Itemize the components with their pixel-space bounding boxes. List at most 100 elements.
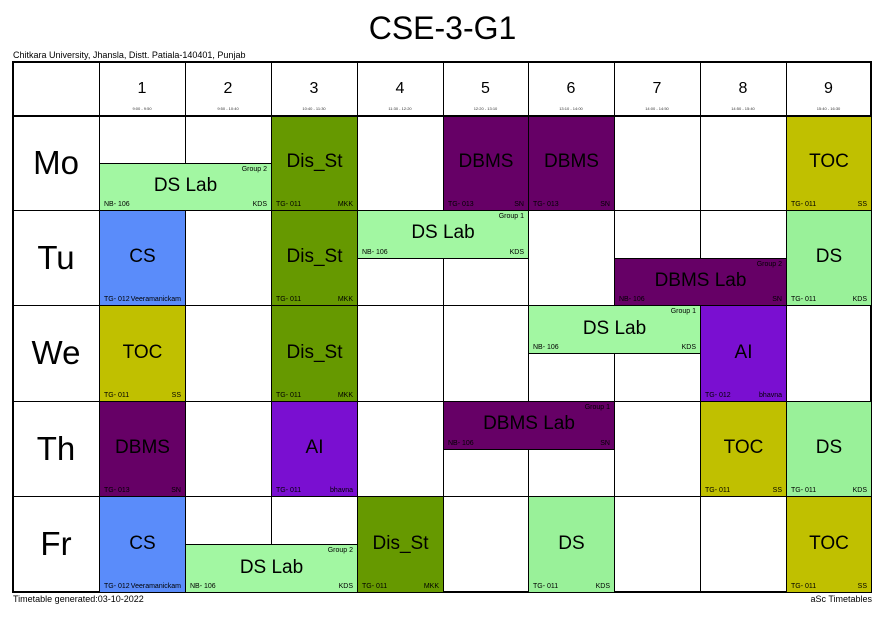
period-header-8: 8 14:50 - 15:40 [700, 62, 786, 115]
lesson-subject: Dis_St [286, 341, 343, 363]
lesson-room: TG- 011 [276, 392, 302, 399]
lesson-group: Group 2 [241, 165, 267, 173]
lesson-fr-ds[interactable]: DS TG- 011 KDS [528, 496, 615, 593]
lesson-fr-dis-st[interactable]: Dis_St TG- 011 MKK [357, 496, 444, 593]
lesson-th-toc[interactable]: TOC TG- 011 SS [700, 401, 787, 497]
lesson-subject: DS [815, 436, 843, 458]
lesson-group: Group 1 [498, 213, 524, 220]
lesson-mo-dbms-5[interactable]: DBMS TG- 013 SN [443, 115, 529, 211]
lesson-subject: Dis_St [372, 532, 429, 554]
lesson-room: NB- 106 [533, 344, 559, 351]
lesson-tu-dis-st[interactable]: Dis_St TG- 011 MKK [271, 210, 358, 306]
period-number: 5 [481, 80, 490, 97]
period-number: 4 [395, 80, 405, 97]
lesson-room: TG- 011 [104, 392, 130, 399]
day-label-tu: Tu [37, 238, 75, 276]
lesson-teacher: SN [171, 487, 181, 494]
grid-vline [271, 62, 272, 592]
period-header-6: 6 13:10 - 14:00 [528, 62, 614, 115]
lesson-mo-dbms-6[interactable]: DBMS TG- 013 SN [528, 115, 615, 211]
lesson-subject: DS Lab [153, 174, 218, 196]
lesson-subject: TOC [122, 341, 163, 363]
lesson-we-ds-lab[interactable]: DS Lab NB- 106 KDS Group 1 [528, 305, 701, 354]
lesson-room: TG- 013 [448, 201, 474, 208]
lesson-group: Group 1 [670, 308, 696, 315]
period-header-4: 4 11:30 - 12:20 [357, 62, 443, 115]
lesson-we-dis-st[interactable]: Dis_St TG- 011 MKK [271, 305, 358, 402]
lesson-th-ai[interactable]: AI TG- 011 bhavna [271, 401, 358, 497]
lesson-teacher: SN [600, 439, 610, 447]
period-number: 8 [738, 80, 748, 97]
lesson-subject: DBMS Lab [654, 269, 747, 291]
lesson-tu-cs[interactable]: CS TG- 012 Veeramanickam [99, 210, 186, 306]
lesson-tu-ds-lab[interactable]: DS Lab NB- 106 KDS Group 1 [357, 210, 529, 259]
period-number: 1 [137, 80, 147, 97]
lesson-teacher: KDS [252, 201, 267, 208]
lesson-subject: DBMS [115, 436, 170, 458]
lesson-teacher: MKK [337, 296, 353, 303]
lesson-mo-toc[interactable]: TOC TG- 011 SS [786, 115, 872, 211]
lesson-fr-ds-lab[interactable]: DS Lab NB- 106 KDS Group 2 [185, 544, 358, 593]
lesson-room: TG- 012 [104, 296, 130, 303]
lesson-subject: CS [129, 532, 156, 554]
lesson-group: Group 1 [584, 404, 610, 411]
day-label-mo: Mo [33, 143, 79, 181]
lesson-subject: DBMS [544, 150, 599, 172]
lesson-teacher: KDS [338, 583, 353, 590]
lesson-tu-dbms-lab[interactable]: DBMS Lab NB- 106 SN Group 2 [614, 257, 787, 306]
period-number: 3 [309, 80, 319, 97]
period-time: 12:20 - 13:10 [473, 106, 498, 111]
lesson-subject: AI [734, 341, 753, 363]
generator-credit: aSc Timetables [810, 594, 872, 604]
grid-vline [357, 62, 358, 592]
lesson-subject: DS [558, 532, 585, 554]
period-header-2: 2 9:50 - 10:40 [185, 62, 271, 115]
lesson-fr-toc[interactable]: TOC TG- 011 SS [786, 496, 872, 593]
period-number: 9 [824, 80, 833, 97]
lesson-subject: AI [305, 436, 324, 458]
institution-subtitle: Chitkara University, Jhansla, Distt. Pat… [13, 50, 246, 60]
lesson-teacher: SN [600, 201, 610, 208]
lesson-subject: Dis_St [286, 245, 343, 267]
lesson-th-ds[interactable]: DS TG- 011 KDS [786, 401, 872, 497]
lesson-subject: DBMS [458, 150, 514, 172]
lesson-room: NB- 106 [104, 201, 130, 208]
lesson-teacher: MKK [423, 583, 439, 590]
generated-date: Timetable generated:03-10-2022 [13, 594, 144, 604]
period-header-1: 1 9:00 - 9:50 [99, 62, 185, 115]
grid-hline [13, 401, 871, 402]
lesson-group: Group 2 [756, 260, 782, 268]
day-label-th: Th [36, 429, 76, 467]
grid-vline [99, 62, 100, 592]
lesson-teacher: SN [772, 296, 782, 303]
lesson-we-toc[interactable]: TOC TG- 011 SS [99, 305, 186, 402]
lesson-subject: TOC [723, 436, 764, 458]
period-time: 9:50 - 10:40 [217, 106, 239, 111]
lesson-room: NB- 106 [619, 296, 645, 303]
lesson-room: TG- 011 [276, 487, 302, 494]
lesson-subject: TOC [809, 532, 849, 554]
lesson-teacher: Veeramanickam [130, 296, 181, 303]
lesson-subject: CS [129, 245, 156, 267]
lesson-room: TG- 011 [791, 583, 817, 590]
lesson-room: NB- 106 [190, 583, 216, 590]
lesson-we-ai[interactable]: AI TG- 012 bhavna [700, 305, 787, 402]
lesson-teacher: Veeramanickam [130, 583, 181, 590]
lesson-teacher: KDS [852, 296, 867, 303]
lesson-fr-cs[interactable]: CS TG- 012 Veeramanickam [99, 496, 186, 593]
period-time: 10:40 - 11:30 [302, 106, 326, 111]
lesson-th-dbms[interactable]: DBMS TG- 013 SN [99, 401, 186, 497]
lesson-subject: TOC [809, 150, 849, 172]
lesson-mo-dis-st[interactable]: Dis_St TG- 011 MKK [271, 115, 358, 211]
lesson-th-dbms-lab[interactable]: DBMS Lab NB- 106 SN Group 1 [443, 401, 615, 450]
lesson-teacher: SS [171, 392, 181, 399]
lesson-room: TG- 011 [791, 296, 817, 303]
period-time: 13:10 - 14:00 [559, 106, 583, 111]
lesson-mo-ds-lab[interactable]: DS Lab NB- 106 KDS Group 2 [99, 162, 272, 211]
lesson-teacher: SS [857, 583, 867, 590]
period-header-3: 3 10:40 - 11:30 [271, 62, 357, 115]
lesson-room: TG- 011 [705, 487, 731, 494]
lesson-subject: DS Lab [411, 222, 475, 244]
day-label-we: We [31, 334, 81, 371]
lesson-tu-ds[interactable]: DS TG- 011 KDS [786, 210, 872, 306]
